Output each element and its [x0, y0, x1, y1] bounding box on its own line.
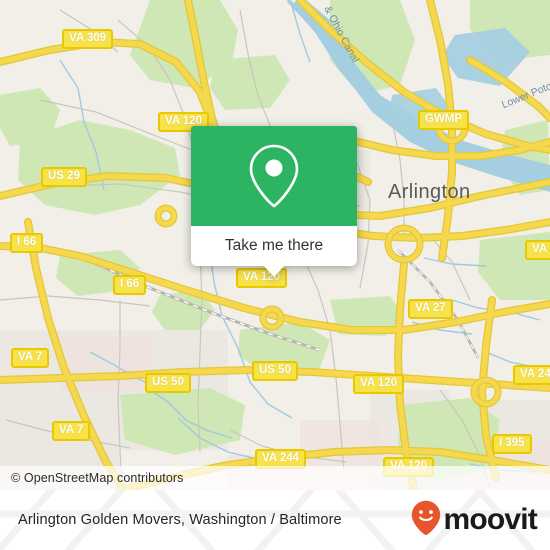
moovit-logo[interactable]: moovit — [411, 500, 538, 541]
take-me-there-label: Take me there — [224, 237, 324, 254]
take-me-there-button[interactable]: Take me there — [191, 226, 357, 266]
road-shield-va-309[interactable]: VA 309 — [62, 29, 114, 49]
road-shield-gwmp[interactable]: GWMP — [418, 110, 470, 130]
road-shield-va-27[interactable]: VA 27 — [408, 299, 453, 319]
road-shield-us-50-west[interactable]: US 50 — [145, 373, 191, 393]
footer-bar: Arlington Golden Movers, Washington / Ba… — [0, 490, 550, 550]
road-shield-i-66-east[interactable]: I 66 — [113, 275, 147, 295]
place-label-arlington: Arlington — [388, 181, 471, 203]
moovit-smiley-pin-icon — [411, 500, 441, 541]
page-title: Arlington Golden Movers, Washington / Ba… — [18, 512, 342, 528]
popup-pointer-tail — [263, 265, 285, 277]
road-shield-va-244-east[interactable]: VA 244 — [513, 365, 550, 385]
osm-attribution[interactable]: © OpenStreetMap contributors — [0, 466, 550, 490]
road-shield-va-3-edge[interactable]: VA 3 — [525, 240, 550, 260]
road-shield-va-7-north[interactable]: VA 7 — [11, 348, 50, 368]
map-screenshot-page: Arlington & Ohio Canal Lower Potom VA 30… — [0, 0, 550, 550]
road-shield-va-120-south[interactable]: VA 120 — [353, 374, 405, 394]
map-pin-icon — [246, 142, 302, 210]
road-shield-i-395[interactable]: I 395 — [492, 434, 532, 454]
moovit-wordmark: moovit — [443, 503, 537, 536]
popup-image-area — [191, 126, 357, 226]
map-popup-card[interactable]: Take me there — [191, 126, 357, 277]
road-shield-us-29[interactable]: US 29 — [41, 167, 87, 187]
osm-attribution-text: © OpenStreetMap contributors — [11, 471, 184, 485]
road-shield-va-7-south[interactable]: VA 7 — [52, 421, 91, 441]
road-shield-us-50-east[interactable]: US 50 — [252, 361, 298, 381]
map-canvas[interactable]: Arlington & Ohio Canal Lower Potom VA 30… — [0, 0, 550, 490]
road-shield-i-66-west[interactable]: I 66 — [10, 233, 44, 253]
